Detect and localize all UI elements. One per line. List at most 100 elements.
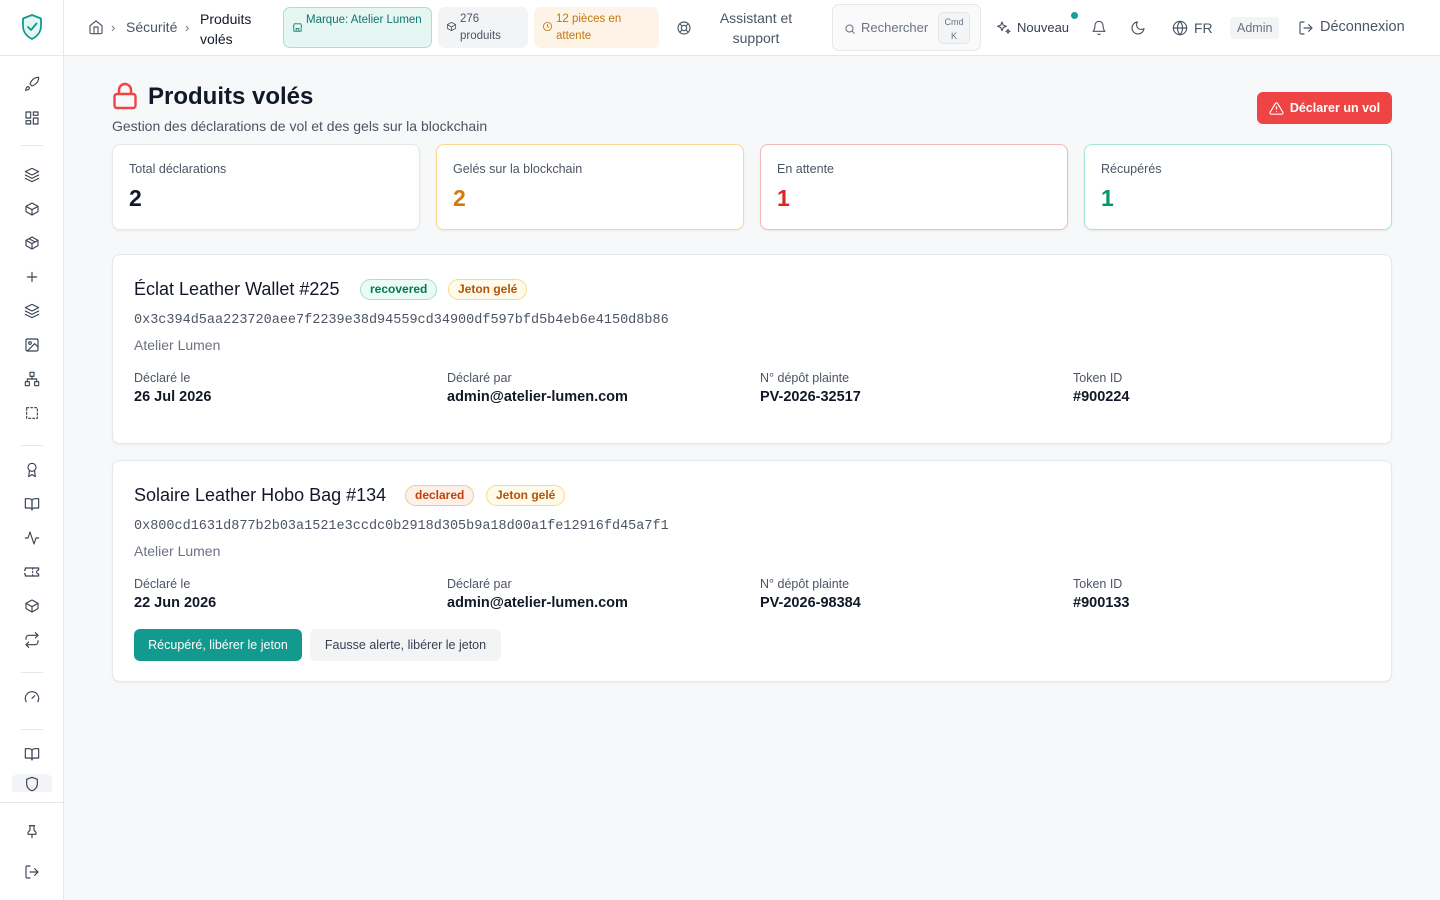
logout-button[interactable]: Déconnexion: [1320, 19, 1405, 35]
alert-triangle-icon: [1269, 101, 1284, 115]
breadcrumb-current: Produits volés: [200, 11, 252, 47]
declare-theft-button[interactable]: Déclarer un vol: [1257, 92, 1392, 124]
book-open-icon[interactable]: [22, 494, 42, 514]
field-label: Déclaré le: [134, 371, 191, 385]
blockchain-hash: 0x800cd1631d877b2b03a1521e3ccdc0b2918d30…: [134, 519, 669, 534]
topbar: › Sécurité › Produits volés Marque: Atel…: [64, 0, 1440, 56]
plus-icon[interactable]: [22, 267, 42, 287]
gauge-icon[interactable]: [22, 687, 42, 707]
rocket-icon[interactable]: [22, 74, 42, 94]
false-alarm-release-token-button[interactable]: Fausse alerte, libérer le jeton: [310, 629, 501, 661]
declared-on-field: Déclaré le 26 Jul 2026: [134, 371, 211, 405]
moon-icon[interactable]: [1130, 20, 1146, 36]
brand-pill[interactable]: Marque: Atelier Lumen: [283, 7, 432, 48]
package-icon[interactable]: [22, 233, 42, 253]
declared-on-field: Déclaré le 22 Jun 2026: [134, 577, 216, 611]
package-icon: [446, 21, 457, 32]
product-brand: Atelier Lumen: [134, 543, 221, 559]
field-value: 22 Jun 2026: [134, 595, 217, 611]
stat-value: 2: [453, 185, 466, 211]
lifebuoy-icon[interactable]: [676, 20, 692, 36]
repeat-icon[interactable]: [22, 630, 42, 650]
field-value: PV-2026-32517: [760, 389, 861, 405]
field-value: #900224: [1073, 389, 1130, 405]
page-subtitle: Gestion des déclarations de vol et des g…: [112, 118, 488, 134]
stat-label: Gelés sur la blockchain: [453, 162, 583, 176]
sidebar-divider: [21, 145, 43, 146]
shield-icon[interactable]: [22, 776, 42, 792]
field-label: Déclaré par: [447, 577, 512, 591]
ticket-icon[interactable]: [22, 562, 42, 582]
search-placeholder: Rechercher: [861, 20, 929, 35]
shield-check-logo-icon[interactable]: [20, 13, 44, 41]
globe-icon[interactable]: [1172, 20, 1188, 36]
chevron-right-icon: ›: [185, 20, 190, 35]
product-brand: Atelier Lumen: [134, 337, 221, 353]
assistant-support-link[interactable]: Assistant et support: [704, 8, 808, 48]
search-input[interactable]: Rechercher Cmd K: [832, 4, 981, 51]
book-icon[interactable]: [22, 744, 42, 764]
breadcrumb-section[interactable]: Sécurité: [126, 19, 177, 35]
language-selector[interactable]: FR: [1194, 20, 1213, 36]
search-icon: [844, 22, 856, 34]
box-icon[interactable]: [22, 199, 42, 219]
field-value: admin@atelier-lumen.com: [447, 595, 628, 611]
activity-icon[interactable]: [22, 528, 42, 548]
stack-icon[interactable]: [22, 301, 42, 321]
package-check-icon[interactable]: [22, 596, 42, 616]
stat-card-pending: En attente 1: [760, 144, 1068, 230]
bell-icon[interactable]: [1091, 20, 1107, 36]
field-value: PV-2026-98384: [760, 595, 861, 611]
declared-by-field: Déclaré par admin@atelier-lumen.com: [447, 371, 628, 405]
image-icon[interactable]: [22, 335, 42, 355]
pin-icon[interactable]: [22, 821, 42, 841]
product-name: Éclat Leather Wallet #225: [134, 279, 340, 299]
stat-card-frozen: Gelés sur la blockchain 2: [436, 144, 744, 230]
chain-status-badge: Jeton gelé: [448, 279, 528, 300]
logout-icon[interactable]: [1298, 20, 1314, 36]
kbd-k: K: [950, 31, 957, 41]
status-badge: declared: [405, 485, 475, 506]
layers-icon[interactable]: [22, 165, 42, 185]
sidebar-divider: [0, 55, 64, 56]
sparkles-icon: [996, 20, 1012, 36]
sidebar-divider: [0, 802, 64, 803]
kbd-cmd: Cmd: [944, 17, 964, 27]
declaration-card: Solaire Leather Hobo Bag #134 declared J…: [112, 460, 1392, 682]
chevron-right-icon: ›: [111, 20, 116, 35]
sidebar-divider: [21, 445, 43, 446]
field-label: Token ID: [1073, 371, 1123, 385]
field-label: Token ID: [1073, 577, 1123, 591]
field-value: 26 Jul 2026: [134, 389, 212, 405]
home-icon[interactable]: [88, 19, 104, 35]
complaint-number-field: N° dépôt plainte PV-2026-98384: [760, 577, 861, 611]
field-label: Déclaré le: [134, 577, 191, 591]
field-label: N° dépôt plainte: [760, 371, 850, 385]
sidebar-divider: [21, 672, 43, 673]
whats-new-button[interactable]: Nouveau: [1017, 20, 1069, 35]
chain-status-badge: Jeton gelé: [486, 485, 566, 506]
role-badge: Admin: [1230, 17, 1280, 39]
page-title: Produits volés: [148, 83, 314, 110]
keyboard-shortcut-hint: Cmd K: [938, 12, 970, 44]
field-label: N° dépôt plainte: [760, 577, 850, 591]
scan-icon[interactable]: [22, 403, 42, 423]
recovered-release-token-button[interactable]: Récupéré, libérer le jeton: [134, 629, 302, 661]
dashboard-grid-icon[interactable]: [22, 108, 42, 128]
status-badge: recovered: [360, 279, 438, 300]
blockchain-hash: 0x3c394d5aa223720aee7f2239e38d94559cd349…: [134, 313, 669, 328]
token-id-field: Token ID #900224: [1073, 371, 1129, 405]
network-icon[interactable]: [22, 369, 42, 389]
logout-icon[interactable]: [22, 862, 42, 882]
notification-dot: [1071, 12, 1078, 19]
products-count-label: 276 produits: [460, 13, 501, 42]
pending-pieces-pill[interactable]: 12 pièces en attente: [534, 7, 659, 48]
products-count-pill[interactable]: 276 produits: [438, 7, 528, 48]
pending-pieces-label: 12 pièces en attente: [556, 13, 622, 42]
stat-value: 2: [129, 185, 142, 211]
award-icon[interactable]: [22, 460, 42, 480]
stat-label: Total déclarations: [129, 162, 227, 176]
complaint-number-field: N° dépôt plainte PV-2026-32517: [760, 371, 861, 405]
brand-pill-label: Marque: Atelier Lumen: [306, 14, 422, 26]
field-value: #900133: [1073, 595, 1130, 611]
